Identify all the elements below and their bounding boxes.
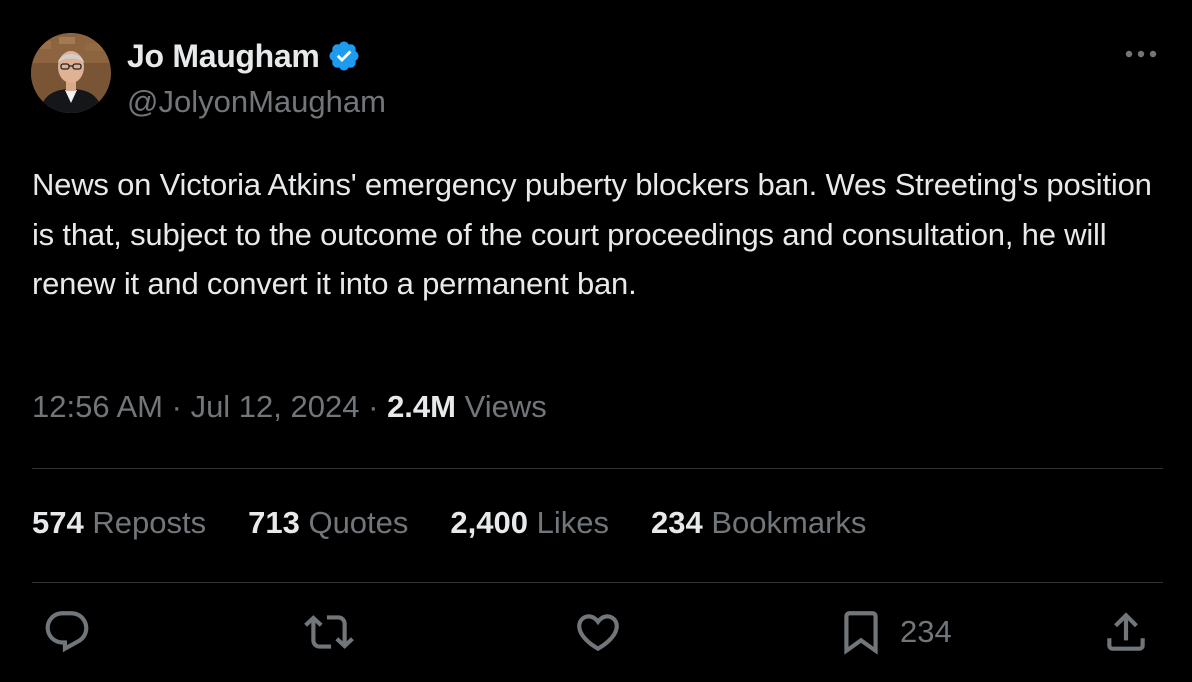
repost-icon (304, 615, 354, 649)
divider (32, 582, 1163, 583)
share-icon (1107, 612, 1145, 651)
author-display-name[interactable]: Jo Maugham (127, 38, 320, 75)
bookmark-count: 234 (900, 614, 952, 649)
engagement-stats: 574 Reposts 713 Quotes 2,400 Likes 234 B… (32, 505, 908, 541)
bookmark-icon (844, 611, 878, 655)
stat-label: Quotes (308, 505, 409, 540)
action-bar: 234 (0, 600, 1192, 664)
stat-number: 713 (248, 505, 300, 540)
stat-number: 574 (32, 505, 84, 540)
stat-quotes[interactable]: 713 Quotes (248, 505, 408, 541)
meta-separator: · (171, 389, 182, 424)
more-options-button[interactable] (1119, 36, 1163, 72)
views-count: 2.4M (387, 389, 456, 424)
tweet-text: News on Victoria Atkins' emergency puber… (32, 167, 1152, 301)
repost-button[interactable] (304, 606, 354, 658)
tweet-meta: 12:56 AM · Jul 12, 2024 · 2.4M Views (32, 389, 547, 425)
verified-badge-icon[interactable] (327, 39, 361, 73)
stat-label: Likes (536, 505, 609, 540)
stat-label: Bookmarks (711, 505, 867, 540)
reply-button[interactable] (42, 606, 92, 658)
stat-bookmarks[interactable]: 234 Bookmarks (651, 505, 866, 541)
divider (32, 468, 1163, 469)
author-name-row[interactable]: Jo Maugham (127, 36, 361, 76)
profile-photo-icon (31, 33, 111, 113)
stat-reposts[interactable]: 574 Reposts (32, 505, 206, 541)
avatar[interactable] (31, 33, 111, 113)
share-button[interactable] (1101, 606, 1151, 658)
stat-label: Reposts (92, 505, 207, 540)
stat-number: 2,400 (450, 505, 528, 540)
views-label: Views (464, 389, 547, 424)
tweet-date[interactable]: Jul 12, 2024 (191, 389, 360, 424)
bookmark-button[interactable]: 234 (836, 606, 952, 658)
stat-number: 234 (650, 505, 703, 540)
stat-likes[interactable]: 2,400 Likes (450, 505, 609, 541)
tweet-time[interactable]: 12:56 AM (32, 389, 163, 424)
tweet-card: Jo Maugham @JolyonMaugham News on Victor… (0, 0, 1192, 682)
more-dots-icon (1125, 50, 1157, 58)
author-handle[interactable]: @JolyonMaugham (127, 84, 386, 120)
meta-separator: · (368, 389, 379, 424)
reply-icon (45, 611, 89, 653)
heart-icon (577, 614, 619, 652)
like-button[interactable] (573, 606, 623, 658)
